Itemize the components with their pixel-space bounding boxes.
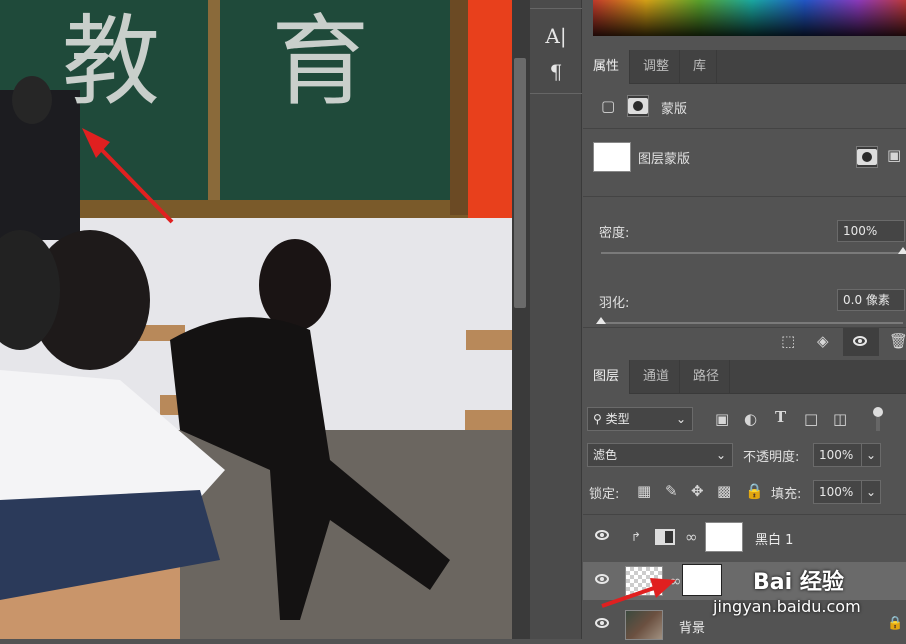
density-label: 密度: bbox=[599, 226, 630, 241]
lock-all-icon[interactable]: 🔒 bbox=[745, 482, 764, 500]
opacity-input[interactable]: 100% ⌄ bbox=[813, 443, 881, 467]
chevron-down-icon: ⌄ bbox=[715, 448, 726, 462]
feather-slider-track[interactable] bbox=[601, 322, 903, 324]
layer-mask-thumbnail[interactable] bbox=[705, 522, 743, 552]
chevron-down-icon: ⌄ bbox=[675, 412, 686, 426]
right-panel-column: 属性 调整 库 ▢ 蒙版 图层蒙版 ▣ 密度: 100% 羽化: 0.0 像素 … bbox=[583, 0, 906, 640]
blend-mode-select[interactable]: 滤色 ⌄ bbox=[587, 443, 733, 467]
apply-mask-icon[interactable]: ◈ bbox=[817, 332, 829, 350]
layer-row-selected[interactable]: ∞ bbox=[583, 562, 906, 600]
link-icon[interactable]: ∞ bbox=[669, 572, 682, 590]
smart-object-filter-icon[interactable]: ◫ bbox=[833, 410, 847, 428]
clipping-arrow-icon: ↱ bbox=[631, 530, 642, 544]
lock-icon: 🔒 bbox=[887, 616, 904, 631]
tab-properties[interactable]: 属性 bbox=[583, 50, 631, 84]
trash-icon[interactable]: 🗑 bbox=[889, 332, 906, 350]
tab-channels[interactable]: 通道 bbox=[633, 360, 681, 394]
fill-label: 填充: bbox=[771, 487, 802, 502]
color-picker-field[interactable] bbox=[593, 0, 906, 36]
document-canvas[interactable]: 教 育 bbox=[0, 0, 512, 639]
panel-dock-strip: A| ¶ bbox=[530, 0, 582, 639]
chevron-down-icon[interactable]: ⌄ bbox=[861, 480, 881, 504]
feather-label: 羽化: bbox=[599, 296, 630, 311]
shape-filter-icon[interactable]: □ bbox=[804, 410, 818, 428]
mask-thumbnail bbox=[593, 142, 631, 172]
image-filter-icon[interactable]: ▣ bbox=[715, 410, 729, 428]
layer-mask-thumbnail[interactable] bbox=[682, 564, 722, 596]
chevron-down-icon[interactable]: ⌄ bbox=[861, 443, 881, 467]
link-icon[interactable]: ∞ bbox=[685, 528, 698, 546]
layer-mask-select[interactable] bbox=[627, 95, 649, 117]
tab-paths[interactable]: 路径 bbox=[683, 360, 731, 394]
properties-tabbar: 属性 调整 库 bbox=[583, 50, 906, 84]
opacity-value: 100% bbox=[819, 448, 854, 462]
filter-toggle[interactable] bbox=[873, 407, 885, 431]
black-white-adjustment-icon bbox=[655, 529, 675, 545]
density-slider-knob[interactable] bbox=[898, 247, 906, 254]
watermark-url: jingyan.baidu.com bbox=[713, 597, 861, 616]
annotation-arrow bbox=[82, 128, 174, 224]
tab-libraries[interactable]: 库 bbox=[683, 50, 718, 84]
tab-adjustments[interactable]: 调整 bbox=[633, 50, 681, 84]
search-icon: ⚲ bbox=[593, 412, 602, 426]
layer-name: 黑白 1 bbox=[755, 533, 794, 548]
eye-icon[interactable] bbox=[595, 574, 609, 584]
eye-icon bbox=[853, 336, 867, 346]
watermark-logo: Bai 经验 bbox=[753, 570, 844, 595]
select-layer-mask-button[interactable] bbox=[856, 146, 878, 168]
layer-thumbnail[interactable] bbox=[625, 610, 663, 640]
layer-name: 背景 bbox=[679, 621, 706, 636]
eye-icon[interactable] bbox=[595, 530, 609, 540]
type-filter-icon[interactable]: T bbox=[775, 408, 786, 426]
layer-filter-value: 类型 bbox=[605, 412, 630, 426]
layer-filter-select[interactable]: ⚲ 类型 ⌄ bbox=[587, 407, 693, 431]
mask-icon bbox=[857, 149, 877, 165]
properties-section-title: 蒙版 bbox=[661, 102, 688, 117]
lock-artboard-icon[interactable]: ▩ bbox=[717, 482, 731, 500]
layer-row[interactable]: ↱ ∞ 黑白 1 bbox=[583, 518, 906, 556]
lock-image-pixels-icon[interactable]: ✎ bbox=[665, 482, 678, 500]
divider bbox=[583, 514, 906, 515]
character-panel-icon[interactable]: A| bbox=[534, 22, 578, 50]
layer-thumbnail[interactable] bbox=[625, 566, 663, 596]
toggle-mask-button[interactable] bbox=[843, 328, 879, 356]
vector-mask-icon[interactable]: ▣ bbox=[887, 146, 901, 164]
pixel-mask-icon[interactable]: ▢ bbox=[601, 97, 615, 115]
feather-input[interactable]: 0.0 像素 bbox=[837, 289, 905, 311]
load-selection-icon[interactable]: ⬚ bbox=[781, 332, 795, 350]
divider bbox=[583, 128, 906, 129]
layers-tabbar: 图层 通道 路径 bbox=[583, 360, 906, 394]
lock-position-icon[interactable]: ✥ bbox=[691, 482, 704, 500]
adjustment-filter-icon[interactable]: ◐ bbox=[744, 410, 757, 428]
divider bbox=[583, 196, 906, 197]
opacity-label: 不透明度: bbox=[743, 450, 800, 465]
blend-mode-value: 滤色 bbox=[593, 448, 618, 462]
tab-layers[interactable]: 图层 bbox=[583, 360, 631, 394]
feather-slider-knob[interactable] bbox=[596, 317, 606, 324]
density-slider-track[interactable] bbox=[601, 252, 903, 254]
fill-value: 100% bbox=[819, 485, 854, 499]
density-input[interactable]: 100% bbox=[837, 220, 905, 242]
fill-input[interactable]: 100% ⌄ bbox=[813, 480, 881, 504]
lock-transparent-pixels-icon[interactable]: ▦ bbox=[637, 482, 651, 500]
mask-icon bbox=[628, 98, 648, 114]
eye-icon[interactable] bbox=[595, 618, 609, 628]
paragraph-panel-icon[interactable]: ¶ bbox=[534, 58, 578, 86]
canvas-scrollbar-thumb[interactable] bbox=[514, 58, 526, 308]
lock-label: 锁定: bbox=[589, 487, 620, 502]
mask-type-label: 图层蒙版 bbox=[638, 152, 691, 167]
